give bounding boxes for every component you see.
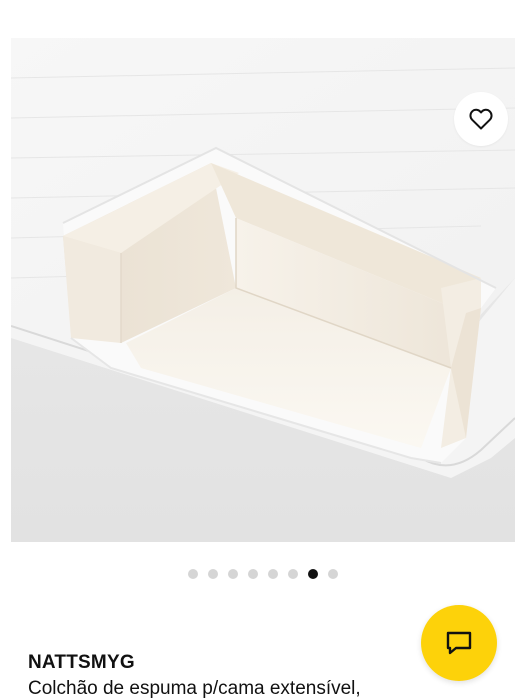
product-description: Colchão de espuma p/cama extensível,: [28, 678, 361, 699]
gallery-dot[interactable]: [327, 569, 338, 579]
gallery-pagination: [0, 568, 525, 580]
product-name: NATTSMYG: [28, 652, 135, 673]
gallery-dot[interactable]: [247, 569, 258, 579]
heart-icon: [469, 108, 493, 130]
chat-icon: [446, 631, 472, 655]
favorite-button[interactable]: [454, 92, 508, 146]
gallery-dot[interactable]: [307, 569, 318, 579]
gallery-dot[interactable]: [267, 569, 278, 579]
product-image-gallery[interactable]: [11, 38, 515, 542]
gallery-dot[interactable]: [207, 569, 218, 579]
mattress-cutaway-image: [11, 38, 515, 542]
chat-button[interactable]: [421, 605, 497, 681]
gallery-dot[interactable]: [187, 569, 198, 579]
gallery-dot[interactable]: [287, 569, 298, 579]
gallery-dot[interactable]: [227, 569, 238, 579]
